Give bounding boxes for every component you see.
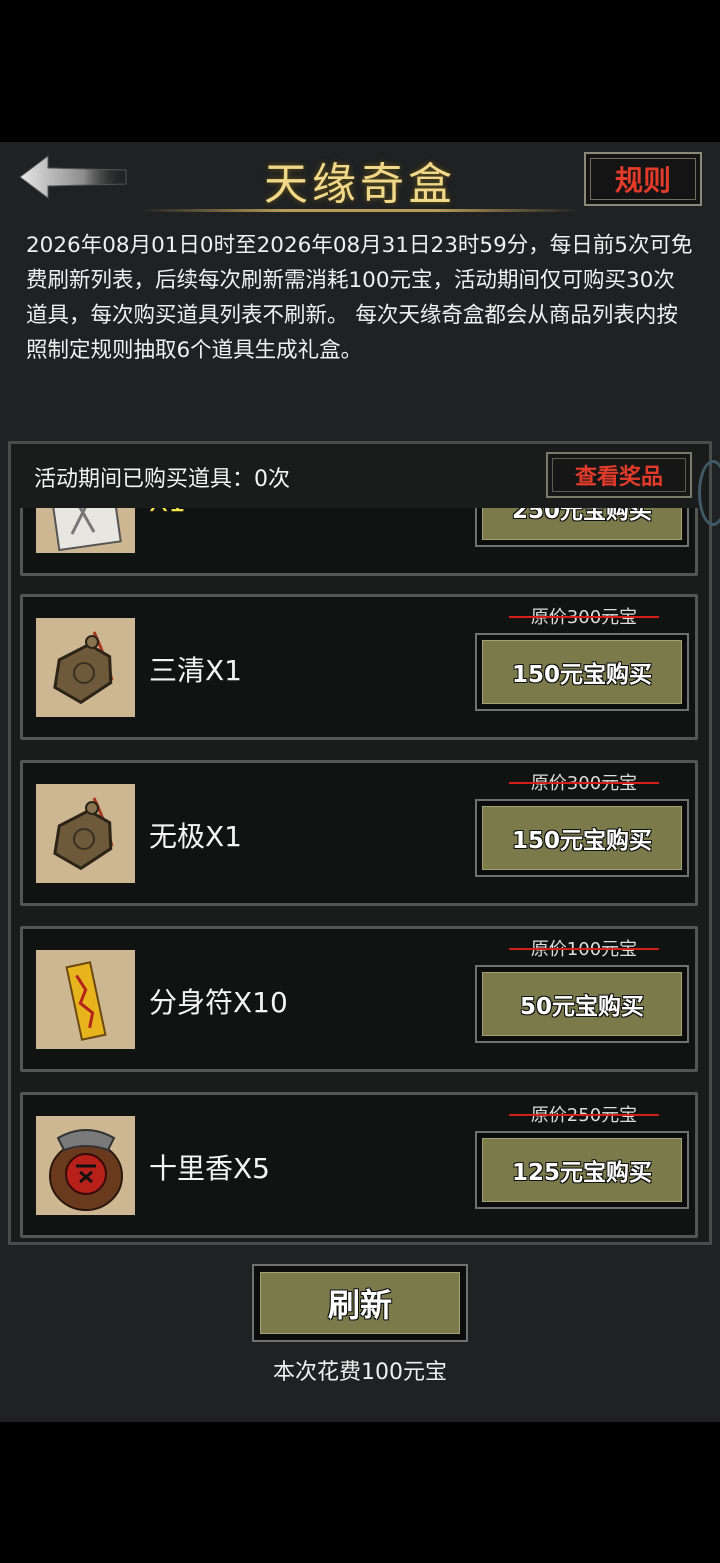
buy-label: 250元宝购买 (482, 508, 682, 540)
buy-label: 150元宝购买 (482, 806, 682, 870)
item-name: X1 (149, 508, 186, 518)
buy-label: 125元宝购买 (482, 1138, 682, 1202)
event-description: 2026年08月01日0时至2026年08月31日23时59分，每日前5次可免费… (26, 233, 693, 363)
title-divider (140, 209, 580, 212)
list-item: 分身符X10 原价100元宝 50元宝购买 (20, 926, 698, 1072)
refresh-label: 刷新 (260, 1272, 460, 1334)
item-list[interactable]: X1 250元宝购买 三清X1 原价300元宝 150元宝购买 (18, 508, 702, 1238)
list-item: 十里香X5 原价250元宝 125元宝购买 (20, 1092, 698, 1238)
list-item: X1 250元宝购买 (20, 508, 698, 576)
wine-jar-icon (36, 1116, 135, 1215)
item-name: 三清X1 (149, 654, 242, 687)
item-name: 十里香X5 (149, 1152, 270, 1185)
list-item: 三清X1 原价300元宝 150元宝购买 (20, 594, 698, 740)
buy-button[interactable]: 125元宝购买 (475, 1131, 689, 1209)
buy-label: 150元宝购买 (482, 640, 682, 704)
item-name: 无极X1 (149, 820, 242, 853)
buy-button[interactable]: 150元宝购买 (475, 633, 689, 711)
list-item: 无极X1 原价300元宝 150元宝购买 (20, 760, 698, 906)
refresh-button[interactable]: 刷新 (252, 1264, 468, 1342)
paper-scroll-icon (36, 508, 135, 553)
buy-label: 50元宝购买 (482, 972, 682, 1036)
buy-button[interactable]: 50元宝购买 (475, 965, 689, 1043)
talisman-icon (36, 950, 135, 1049)
bronze-token-icon (36, 618, 135, 717)
purchase-count-label: 活动期间已购买道具：0次 (34, 467, 290, 492)
strikethrough-line (509, 782, 659, 784)
bronze-token-icon (36, 784, 135, 883)
strikethrough-line (509, 1114, 659, 1116)
buy-button[interactable]: 150元宝购买 (475, 799, 689, 877)
view-prizes-label: 查看奖品 (552, 458, 686, 492)
refresh-cost-text: 本次花费100元宝 (273, 1360, 447, 1385)
strikethrough-line (509, 948, 659, 950)
rules-button[interactable]: 规则 (584, 152, 702, 206)
view-prizes-button[interactable]: 查看奖品 (546, 452, 692, 498)
item-name: 分身符X10 (149, 986, 288, 1019)
buy-button[interactable]: 250元宝购买 (475, 508, 689, 547)
strikethrough-line (509, 616, 659, 618)
rules-label: 规则 (590, 158, 696, 200)
